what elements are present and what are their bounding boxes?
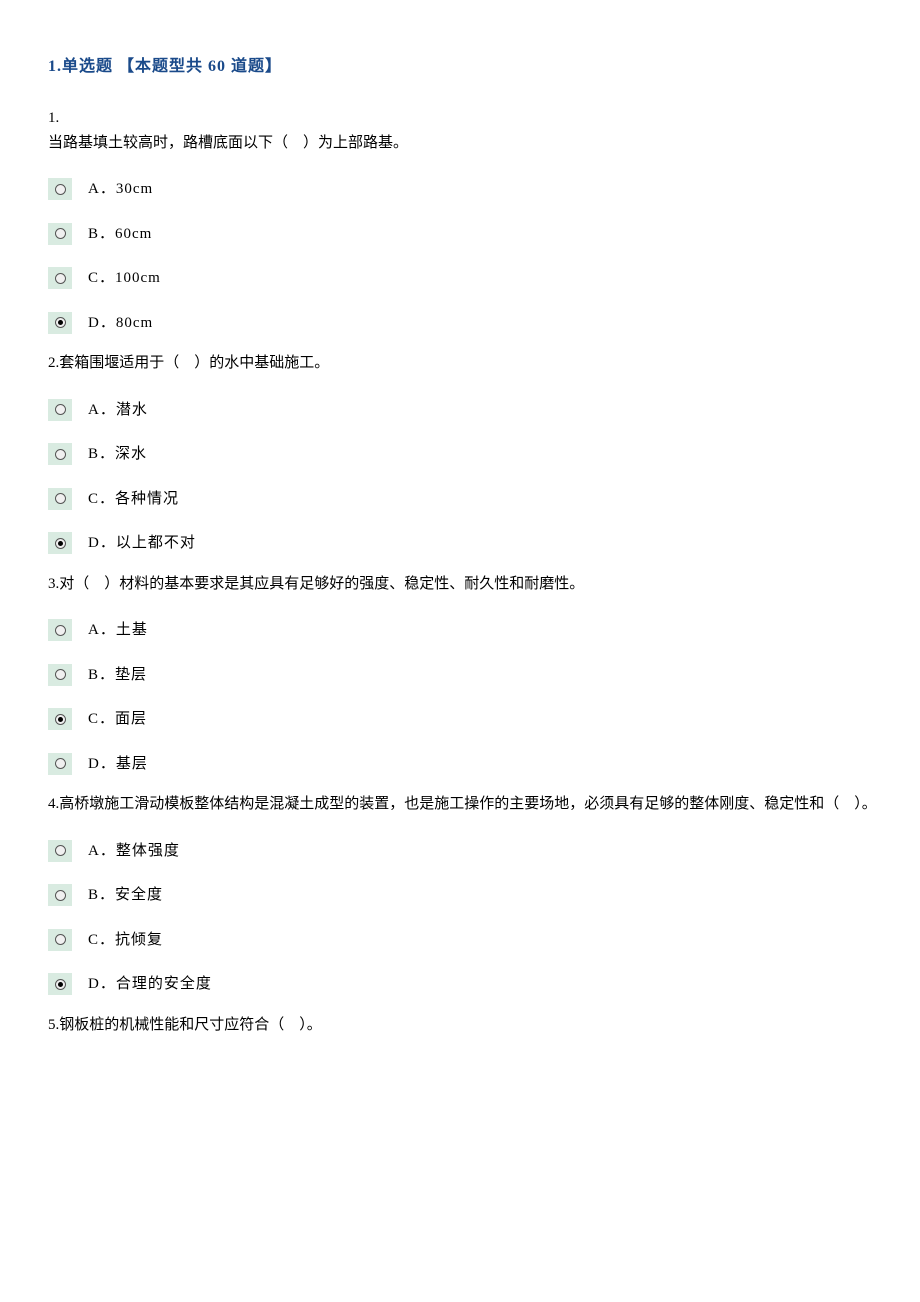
option-row[interactable]: A．潜水 <box>48 399 880 422</box>
radio-circle-icon <box>55 493 66 504</box>
question-line: 2.套箱围堰适用于（ ）的水中基础施工。 <box>48 352 880 375</box>
question-block: 1.当路基填土较高时，路槽底面以下（ ）为上部路基。 A．30cm B．60cm C．… <box>48 107 880 334</box>
radio-dot-icon <box>58 717 63 722</box>
option-row[interactable]: C．各种情况 <box>48 488 880 511</box>
questions-container: 1.当路基填土较高时，路槽底面以下（ ）为上部路基。 A．30cm B．60cm C．… <box>48 107 880 1036</box>
question-line: 5.钢板桩的机械性能和尺寸应符合（ ）。 <box>48 1014 880 1037</box>
radio-button[interactable] <box>48 929 72 951</box>
radio-button[interactable] <box>48 619 72 641</box>
radio-circle-icon <box>55 890 66 901</box>
option-label: A．土基 <box>88 619 148 642</box>
option-label: A．整体强度 <box>88 840 180 863</box>
radio-button[interactable] <box>48 973 72 995</box>
radio-dot-icon <box>58 320 63 325</box>
question-block: 2.套箱围堰适用于（ ）的水中基础施工。 A．潜水 B．深水 C．各种情况 D．以上都不… <box>48 352 880 555</box>
option-label: C．面层 <box>88 708 147 731</box>
option-label: D．基层 <box>88 753 148 776</box>
option-label: B．深水 <box>88 443 147 466</box>
option-row[interactable]: C．100cm <box>48 267 880 290</box>
question-block: 5.钢板桩的机械性能和尺寸应符合（ ）。 <box>48 1014 880 1037</box>
option-label: D．80cm <box>88 312 153 335</box>
radio-circle-icon <box>55 317 66 328</box>
option-label: B．60cm <box>88 223 152 246</box>
option-row[interactable]: C．抗倾复 <box>48 929 880 952</box>
question-block: 4.高桥墩施工滑动模板整体结构是混凝土成型的装置，也是施工操作的主要场地，必须具… <box>48 793 880 996</box>
option-label: B．垫层 <box>88 664 147 687</box>
option-label: C．各种情况 <box>88 488 179 511</box>
option-row[interactable]: A．土基 <box>48 619 880 642</box>
option-label: A．潜水 <box>88 399 148 422</box>
option-label: D．合理的安全度 <box>88 973 212 996</box>
option-row[interactable]: C．面层 <box>48 708 880 731</box>
radio-dot-icon <box>58 982 63 987</box>
radio-button[interactable] <box>48 753 72 775</box>
radio-circle-icon <box>55 758 66 769</box>
option-label: C．100cm <box>88 267 161 290</box>
option-row[interactable]: B．安全度 <box>48 884 880 907</box>
question-line: 4.高桥墩施工滑动模板整体结构是混凝土成型的装置，也是施工操作的主要场地，必须具… <box>48 793 880 816</box>
option-label: A．30cm <box>88 178 153 201</box>
radio-dot-icon <box>58 541 63 546</box>
question-line: 3.对（ ）材料的基本要求是其应具有足够好的强度、稳定性、耐久性和耐磨性。 <box>48 573 880 596</box>
option-row[interactable]: B．深水 <box>48 443 880 466</box>
radio-button[interactable] <box>48 532 72 554</box>
radio-button[interactable] <box>48 267 72 289</box>
radio-button[interactable] <box>48 664 72 686</box>
radio-circle-icon <box>55 714 66 725</box>
option-row[interactable]: B．垫层 <box>48 664 880 687</box>
option-row[interactable]: D．基层 <box>48 753 880 776</box>
radio-circle-icon <box>55 228 66 239</box>
option-row[interactable]: D．以上都不对 <box>48 532 880 555</box>
question-block: 3.对（ ）材料的基本要求是其应具有足够好的强度、稳定性、耐久性和耐磨性。 A．土… <box>48 573 880 776</box>
radio-circle-icon <box>55 538 66 549</box>
option-row[interactable]: A．整体强度 <box>48 840 880 863</box>
radio-circle-icon <box>55 979 66 990</box>
radio-button[interactable] <box>48 178 72 200</box>
radio-circle-icon <box>55 625 66 636</box>
radio-button[interactable] <box>48 223 72 245</box>
radio-button[interactable] <box>48 312 72 334</box>
radio-button[interactable] <box>48 884 72 906</box>
radio-button[interactable] <box>48 708 72 730</box>
radio-circle-icon <box>55 184 66 195</box>
radio-button[interactable] <box>48 399 72 421</box>
radio-button[interactable] <box>48 443 72 465</box>
radio-button[interactable] <box>48 488 72 510</box>
option-label: C．抗倾复 <box>88 929 163 952</box>
question-number: 1. <box>48 107 880 130</box>
option-row[interactable]: D．80cm <box>48 312 880 335</box>
option-row[interactable]: D．合理的安全度 <box>48 973 880 996</box>
option-row[interactable]: B．60cm <box>48 223 880 246</box>
radio-circle-icon <box>55 273 66 284</box>
question-text: 当路基填土较高时，路槽底面以下（ ）为上部路基。 <box>48 132 880 155</box>
radio-circle-icon <box>55 934 66 945</box>
option-row[interactable]: A．30cm <box>48 178 880 201</box>
radio-circle-icon <box>55 449 66 460</box>
section-heading: 1.单选题 【本题型共 60 道题】 <box>48 55 880 79</box>
radio-circle-icon <box>55 669 66 680</box>
option-label: B．安全度 <box>88 884 163 907</box>
option-label: D．以上都不对 <box>88 532 196 555</box>
radio-circle-icon <box>55 404 66 415</box>
radio-button[interactable] <box>48 840 72 862</box>
radio-circle-icon <box>55 845 66 856</box>
